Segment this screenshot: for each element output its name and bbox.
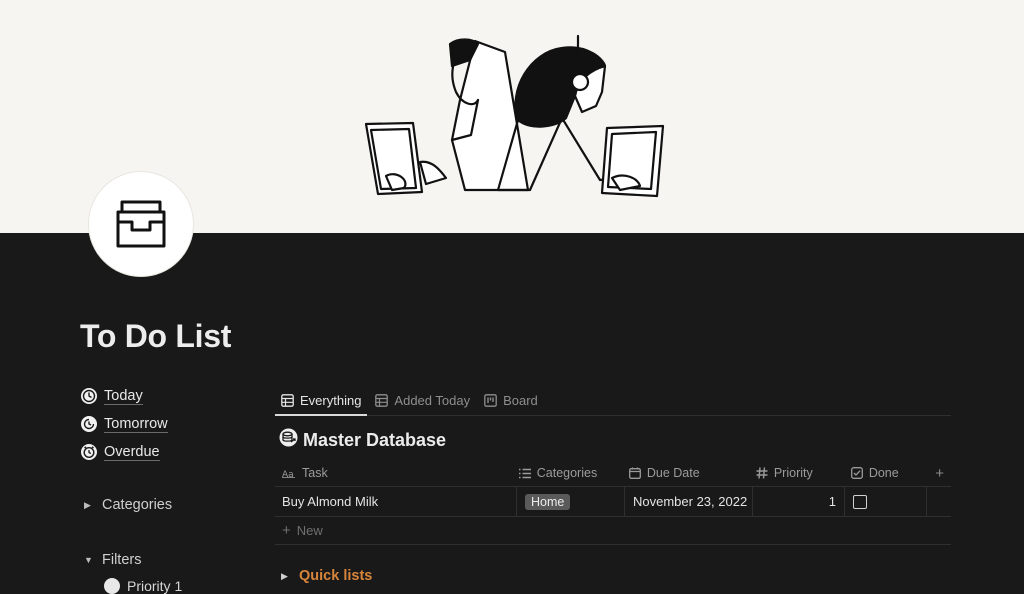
link-today[interactable]: Today (80, 382, 265, 410)
toggle-categories[interactable]: ▶ Categories (80, 491, 172, 519)
column-due-date[interactable]: Due Date (621, 460, 750, 486)
table-header: Aa Task Categories Due Date Priority Don… (275, 460, 951, 487)
done-checkbox[interactable] (853, 494, 867, 509)
cell-categories[interactable]: Home (517, 487, 625, 516)
tab-everything[interactable]: Everything (275, 385, 368, 416)
table-icon (375, 393, 389, 407)
column-due-date-label: Due Date (646, 466, 700, 480)
filter-item-label: Priority 1 (127, 578, 183, 594)
new-row-label: New (296, 523, 323, 538)
page-icon[interactable] (89, 172, 193, 276)
add-column-button[interactable]: + (928, 460, 951, 486)
column-categories[interactable]: Categories (511, 460, 621, 486)
tab-added-today[interactable]: Added Today (369, 385, 476, 415)
link-overdue[interactable]: Overdue (80, 438, 265, 466)
link-tomorrow-label: Tomorrow (104, 415, 168, 433)
cell-priority[interactable]: 1 (753, 487, 845, 516)
table-icon (281, 393, 294, 407)
filter-icon (104, 578, 120, 594)
category-tag: Home (525, 493, 571, 510)
calendar-icon (628, 467, 641, 479)
column-priority-label: Priority (773, 466, 813, 480)
inbox-tray-icon (116, 200, 166, 248)
database-title[interactable]: Master Database (275, 420, 951, 460)
triangle-down-icon: ▼ (84, 555, 93, 565)
list-icon (518, 468, 531, 478)
column-task[interactable]: Aa Task (275, 460, 511, 486)
triangle-right-icon: ▶ (84, 499, 91, 510)
link-today-label: Today (104, 387, 143, 405)
toggle-quick-lists[interactable]: ▶ Quick lists (281, 568, 372, 584)
column-done-label: Done (868, 466, 899, 480)
number-hash-icon (756, 467, 768, 479)
triangle-right-icon: ▶ (281, 570, 288, 581)
toggle-categories-label: Categories (102, 497, 173, 513)
toggle-filters[interactable]: ▼ Filters (80, 546, 141, 574)
quick-lists-label: Quick lists (299, 568, 373, 584)
cell-done[interactable] (845, 487, 927, 516)
clock-forward-icon (80, 415, 98, 433)
alarm-clock-icon (80, 443, 98, 461)
tab-board-label: Board (503, 392, 538, 408)
database-view: Everything Added Today Board Master Data… (275, 385, 951, 545)
checkbox-property-icon (850, 467, 863, 479)
cell-due-date[interactable]: November 23, 2022 (625, 487, 753, 516)
tab-board[interactable]: Board (478, 385, 544, 415)
database-icon (279, 428, 298, 452)
column-task-label: Task (302, 466, 328, 480)
table-row[interactable]: Buy Almond Milk Home November 23, 2022 1 (275, 487, 951, 517)
toggle-filters-label: Filters (102, 552, 142, 568)
svg-text:Aa: Aa (282, 470, 294, 478)
clock-icon (80, 387, 98, 405)
text-property-icon: Aa (282, 470, 295, 478)
new-row-button[interactable]: + New (275, 517, 951, 545)
plus-icon: + (282, 522, 291, 539)
cell-task[interactable]: Buy Almond Milk (275, 487, 517, 516)
page-title[interactable]: To Do List (80, 318, 231, 355)
column-categories-label: Categories (536, 466, 598, 480)
database-title-text: Master Database (303, 429, 447, 450)
view-tabs: Everything Added Today Board (275, 385, 951, 416)
tab-added-today-label: Added Today (394, 392, 471, 408)
column-priority[interactable]: Priority (750, 460, 843, 486)
column-done[interactable]: Done (843, 460, 929, 486)
tab-everything-label: Everything (300, 392, 362, 408)
link-overdue-label: Overdue (104, 443, 160, 461)
cell-spacer (927, 487, 951, 516)
link-tomorrow[interactable]: Tomorrow (80, 410, 265, 438)
quick-links: Today Tomorrow Overdue (80, 382, 265, 466)
filter-item-priority[interactable]: Priority 1 (104, 578, 182, 594)
board-icon (484, 393, 497, 407)
